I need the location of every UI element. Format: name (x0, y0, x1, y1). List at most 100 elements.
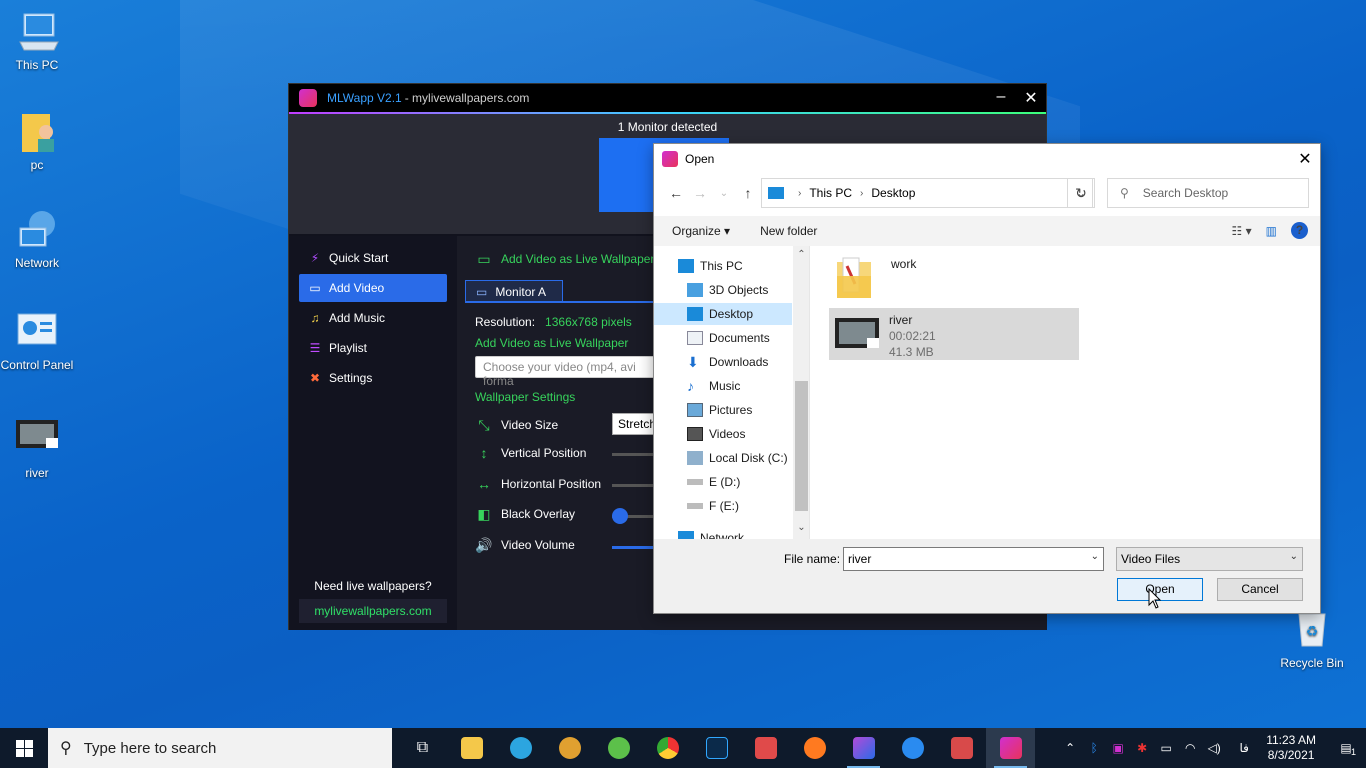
organize-button[interactable]: Organize ▾ (672, 224, 730, 238)
tree-item-music[interactable]: ♪ Music (687, 375, 740, 397)
mlw-logo-icon (299, 89, 317, 107)
forward-arrow-icon[interactable]: → (688, 185, 712, 201)
sidebar-item-settings[interactable]: ✖ Settings (299, 364, 447, 392)
cube-icon (687, 283, 703, 297)
preview-pane-icon[interactable]: ▥ (1266, 224, 1277, 238)
send-icon[interactable] (594, 728, 643, 768)
this-pc-icon (768, 187, 784, 199)
tree-item-3d-objects[interactable]: 3D Objects (687, 279, 768, 301)
taskbar: ⚲ Type here to search ⧉ ⌃ ᛒ ▣ ✱ ▭ ◠ ◁) ف… (0, 728, 1366, 768)
cancel-button[interactable]: Cancel (1217, 578, 1303, 601)
tree-item-pictures[interactable]: Pictures (687, 399, 752, 421)
file-list: work river 00:02:21 41.3 MB (811, 246, 1320, 539)
tree-item-desktop[interactable]: Desktop (687, 303, 753, 325)
sidebar-item-quick-start[interactable]: ⚡ Quick Start (299, 244, 447, 272)
desktop-icon-river[interactable]: river (0, 418, 74, 481)
mlwapp-taskbar-icon[interactable] (986, 728, 1035, 768)
main-header: Add Video as Live Wallpaper (501, 252, 655, 266)
battery-icon[interactable]: ▭ (1154, 741, 1178, 755)
back-arrow-icon[interactable]: ← (664, 185, 688, 201)
sidebar-item-add-video[interactable]: ▭ Add Video (299, 274, 447, 302)
chevron-up-icon[interactable]: ⌃ (1058, 741, 1082, 755)
video-path-input[interactable]: Choose your video (mp4, avi forma (475, 356, 675, 388)
clock-time: 11:23 AM (1266, 733, 1316, 747)
chevron-down-icon[interactable]: ⌄ (1091, 551, 1099, 562)
windows-start-icon[interactable] (0, 728, 48, 768)
tree-item-label: F (E:) (709, 499, 739, 513)
desktop-icon-recycle-bin[interactable]: ♻ Recycle Bin (1275, 608, 1349, 671)
tree-item-documents[interactable]: Documents (687, 327, 770, 349)
new-folder-button[interactable]: New folder (760, 224, 817, 238)
cortana-c-icon[interactable] (888, 728, 937, 768)
task-view-icon[interactable]: ⧉ (398, 728, 447, 768)
tree-item-local-disk-c[interactable]: Local Disk (C:) (687, 447, 788, 469)
desktop-icon-control-panel[interactable]: Control Panel (0, 310, 74, 373)
file-item-work[interactable]: work (835, 256, 1035, 304)
mlwapp-subtitle: - mylivewallpapers.com (404, 91, 530, 105)
refresh-icon[interactable]: ↻ (1067, 178, 1095, 208)
need-wallpapers-text: Need live wallpapers? (314, 579, 432, 593)
black-overlay-knob[interactable] (612, 508, 628, 524)
file-name-input[interactable]: river ⌄ (843, 547, 1104, 571)
dialog-toolbar: Organize ▾ New folder ☷ ▾ ▥ ? (654, 216, 1320, 246)
anaconda-icon[interactable] (545, 728, 594, 768)
wifi-icon[interactable]: ◠ (1178, 741, 1202, 755)
download-arrow-icon: ⬇ (687, 354, 699, 370)
tree-scrollbar[interactable]: ⌃ ⌄ (793, 246, 809, 539)
tree-item-label: Desktop (709, 307, 754, 321)
close-icon[interactable]: ✕ (1016, 88, 1046, 108)
screen-capture-icon[interactable] (741, 728, 790, 768)
tree-item-label: Downloads (709, 355, 769, 369)
desktop-icon-this-pc[interactable]: This PC (0, 10, 74, 73)
up-arrow-icon[interactable]: ↑ (736, 185, 760, 201)
file-type-select[interactable]: Video Files ⌄ (1116, 547, 1303, 571)
list-icon: ☰ (309, 341, 321, 355)
tree-item-this-pc[interactable]: This PC (678, 255, 743, 277)
tree-item-label: Pictures (709, 403, 753, 417)
phpstorm-icon[interactable] (839, 728, 888, 768)
file-name-label: File name: (784, 552, 841, 566)
search-input[interactable]: ⚲ Search Desktop (1107, 178, 1309, 208)
telegram-icon[interactable] (496, 728, 545, 768)
app-tool-icon[interactable] (937, 728, 986, 768)
close-icon[interactable]: ✕ (1290, 149, 1320, 169)
tools-icon: ✖ (309, 371, 321, 385)
dialog-footer: File name: river ⌄ Video Files ⌄ Open Ca… (654, 539, 1320, 613)
tree-item-drive-d[interactable]: E (D:) (687, 471, 740, 493)
language-indicator[interactable]: فا (1232, 741, 1256, 755)
scroll-down-icon[interactable]: ⌄ (793, 522, 809, 533)
volume-icon[interactable]: ◁) (1202, 741, 1226, 755)
sidebar-item-playlist[interactable]: ☰ Playlist (299, 334, 447, 362)
tree-item-videos[interactable]: Videos (687, 423, 745, 445)
desktop-icon-network[interactable]: Network (0, 208, 74, 271)
clock[interactable]: 11:23 AM 8/3/2021 (1266, 733, 1316, 763)
photoshop-icon[interactable] (692, 728, 741, 768)
view-options-icon[interactable]: ☷ ▾ (1232, 224, 1252, 238)
chrome-icon[interactable] (643, 728, 692, 768)
address-bar[interactable]: › This PC › Desktop ⌄ (761, 178, 1093, 208)
bluetooth-icon[interactable]: ᛒ (1082, 741, 1106, 755)
desktop-icon-pc[interactable]: pc (0, 110, 74, 173)
recent-chevron-icon[interactable]: ⌄ (712, 188, 736, 199)
firefox-icon[interactable] (790, 728, 839, 768)
breadcrumb-desktop[interactable]: Desktop (871, 186, 915, 200)
sidebar-item-add-music[interactable]: ♫ Add Music (299, 304, 447, 332)
scroll-up-icon[interactable]: ⌃ (793, 249, 809, 260)
tab-monitor-a[interactable]: ▭ Monitor A (465, 280, 563, 302)
taskbar-search-input[interactable]: ⚲ Type here to search (48, 728, 392, 768)
tree-item-network[interactable]: Network (678, 527, 744, 539)
notifications-icon[interactable]: ▤ 1 (1326, 741, 1366, 757)
scrollbar-thumb[interactable] (795, 381, 808, 511)
file-explorer-icon[interactable] (447, 728, 496, 768)
tree-item-drive-e[interactable]: F (E:) (687, 495, 739, 517)
help-icon[interactable]: ? (1291, 222, 1308, 239)
file-item-river[interactable]: river 00:02:21 41.3 MB (829, 308, 1079, 360)
desktop-icon (687, 307, 703, 321)
site-link[interactable]: mylivewallpapers.com (299, 599, 447, 623)
tree-item-downloads[interactable]: ⬇ Downloads (687, 351, 768, 373)
minimize-icon[interactable]: – (986, 88, 1016, 108)
mlwapp-tray-icon[interactable]: ▣ (1106, 741, 1130, 755)
breadcrumb-this-pc[interactable]: This PC (809, 186, 852, 200)
red-app-icon[interactable]: ✱ (1130, 741, 1154, 755)
file-name: work (891, 257, 917, 271)
